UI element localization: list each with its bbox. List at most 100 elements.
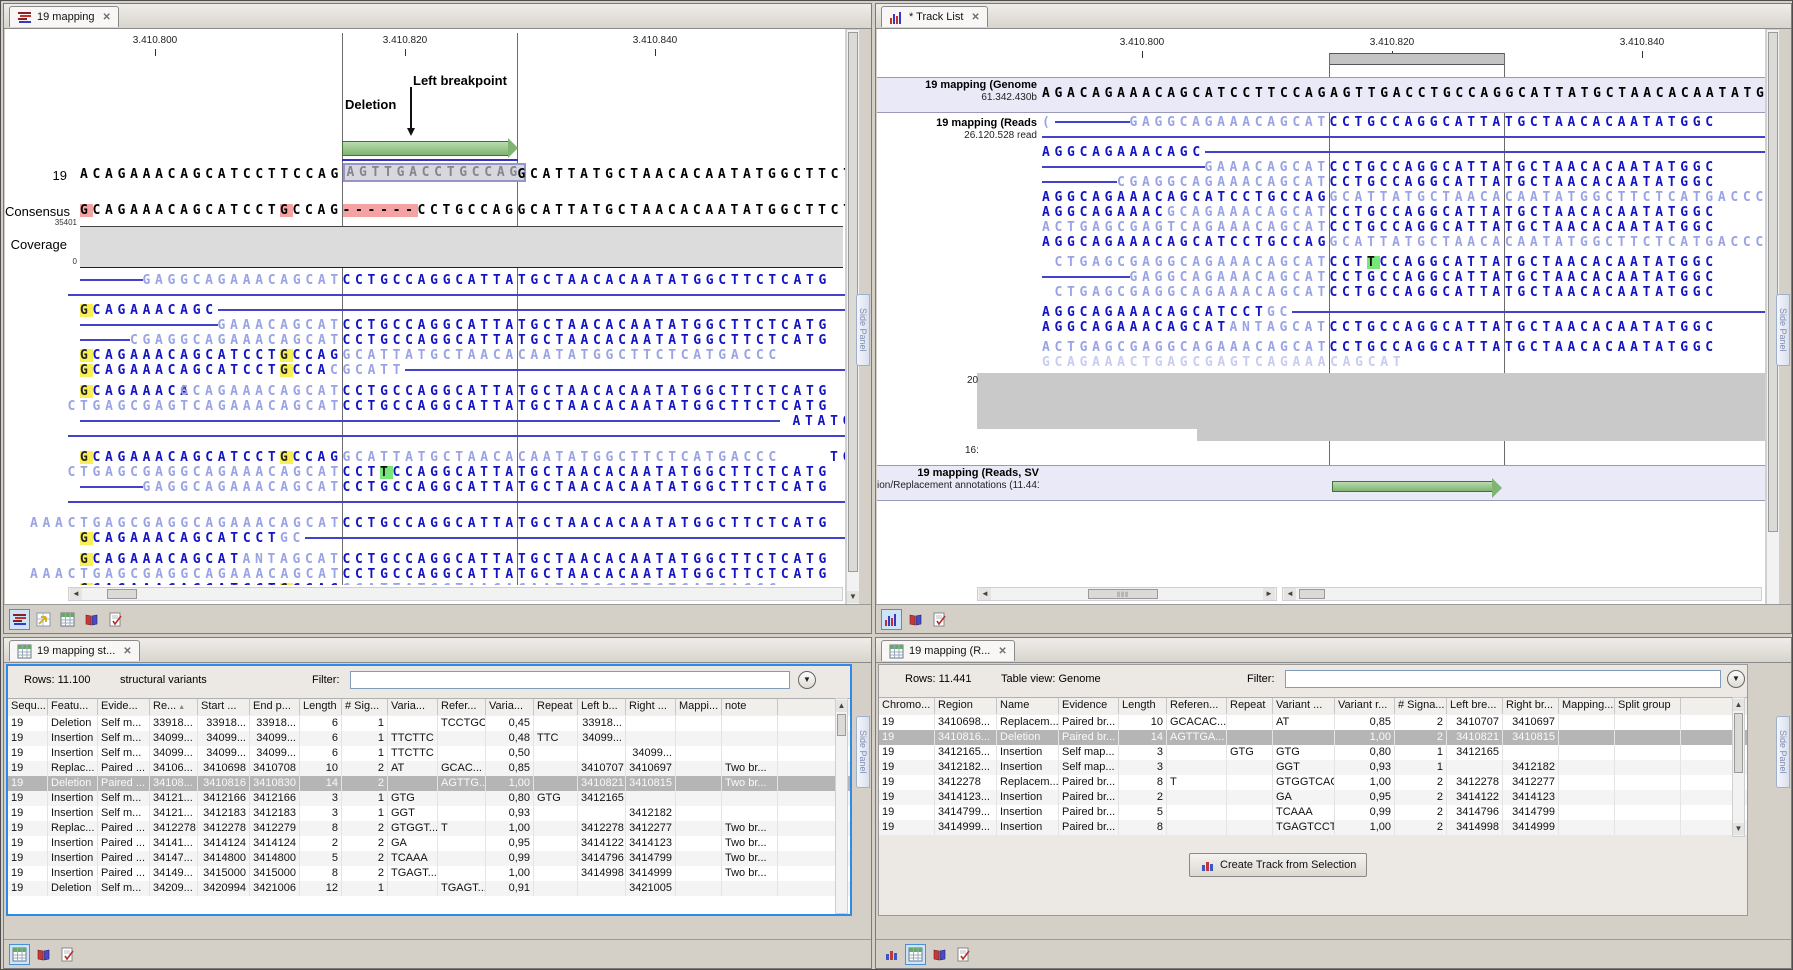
sv-deletion-annotation[interactable] (1332, 481, 1492, 492)
column-header[interactable]: # Signa... (1395, 698, 1447, 714)
column-header[interactable]: Region (935, 698, 997, 714)
scroll-up-icon[interactable]: ▲ (836, 700, 847, 712)
column-header[interactable]: note (722, 699, 778, 715)
side-panel-collapsed-tab[interactable]: Side Panel (856, 716, 870, 788)
column-header[interactable]: Start ... (198, 699, 250, 715)
read[interactable]: AGGCAGAAACAGCATCCTGCCAGGCATTATGCTAACACAA… (877, 190, 1765, 205)
table-row[interactable]: 193414799...InsertionPaired br...5TCAAA0… (879, 805, 1747, 820)
read[interactable]: AGGCAGAAACAGCATCCTGCCAGGCATTATGCTAACACAA… (877, 235, 1765, 250)
chart-icon[interactable] (881, 944, 902, 965)
book-icon[interactable] (905, 609, 926, 630)
read[interactable]: GAGGCAGAAACAGCATCCTGCCAGGCATTATGCTAACACA… (877, 270, 1765, 285)
read[interactable]: CGAGGCAGAAACAGCATCCTGCCAGGCATTATGCTAACAC… (5, 333, 845, 348)
scroll-thumb[interactable] (837, 714, 846, 736)
read[interactable]: ACTGAGCGAGGCAGAAACAGCATCCTGCCAGGCATTATGC… (877, 340, 1765, 355)
table-row[interactable]: 19Replac...Paired ...3412278341227834122… (8, 821, 850, 836)
read[interactable] (5, 495, 845, 510)
read[interactable] (5, 429, 845, 444)
column-header[interactable]: Mappi... (676, 699, 722, 715)
scroll-up-icon[interactable]: ▲ (1733, 699, 1744, 711)
column-header[interactable]: Name (997, 698, 1059, 714)
table-row[interactable]: 19InsertionSelf m...34099...34099...3409… (8, 731, 850, 746)
read[interactable]: GCAGAAACAGC (5, 303, 845, 318)
table-row[interactable]: 19DeletionSelf m...34209...3420994342100… (8, 881, 850, 896)
column-header[interactable]: Refer... (438, 699, 486, 715)
read[interactable]: GCAGAAACAGCATCCTGCCAGGCATTATGCTAACACAATA… (5, 582, 845, 585)
side-panel-collapsed-tab[interactable]: Side Panel (1776, 294, 1790, 366)
table-row[interactable]: 19InsertionSelf m...34121...341218334121… (8, 806, 850, 821)
scroll-thumb[interactable]: ⦀⦀⦀ (1088, 589, 1158, 599)
side-panel-collapsed-tab[interactable]: Side Panel (856, 294, 870, 366)
table-row[interactable]: 19DeletionSelf m...33918...33918...33918… (8, 716, 850, 731)
scroll-down-icon[interactable]: ▼ (1733, 823, 1744, 835)
read[interactable]: GAGGCAGAAACAGCATCCTGCCAGGCATTATGCTAACACA… (5, 273, 845, 288)
table-row[interactable]: 193412278Replacem...Paired br...8TGTGGTC… (879, 775, 1747, 790)
column-header[interactable]: Length (300, 699, 342, 715)
column-header[interactable]: Left bre... (1447, 698, 1503, 714)
column-header[interactable]: Variant ... (1273, 698, 1335, 714)
read[interactable]: GCAGAAACAGCAGAAACAGCATCCTGCCAGGCATTATGCT… (5, 384, 845, 399)
read[interactable]: AAACTGAGCGAGGCAGAAACAGCATCCTGCCAGGCATTAT… (5, 567, 845, 582)
tab-19-mapping[interactable]: 19 mapping ✕ (9, 6, 119, 27)
close-icon[interactable]: ✕ (103, 12, 111, 23)
column-header[interactable]: Varia... (486, 699, 534, 715)
create-track-from-selection-button[interactable]: Create Track from Selection (1189, 853, 1367, 877)
table-icon[interactable] (905, 944, 926, 965)
note-icon[interactable] (57, 944, 78, 965)
book-icon[interactable] (81, 609, 102, 630)
column-header[interactable]: End p... (250, 699, 300, 715)
table-row[interactable]: 19Replac...Paired ...34106...34106983410… (8, 761, 850, 776)
column-header[interactable]: Right ... (626, 699, 676, 715)
tracks-icon[interactable] (881, 609, 902, 630)
scroll-thumb[interactable] (1768, 32, 1778, 532)
overview-icon[interactable] (33, 609, 54, 630)
read[interactable] (877, 130, 1765, 145)
read[interactable]: GAAACAGCATCCTGCCAGGCATTATGCTAACACAATATGG… (877, 160, 1765, 175)
column-header[interactable]: Varia... (388, 699, 438, 715)
scroll-thumb[interactable] (1299, 589, 1325, 599)
scroll-thumb[interactable] (1734, 713, 1743, 773)
read[interactable]: AGGCAGAAACGCAGAAACAGCATCCTGCCAGGCATTATGC… (877, 205, 1765, 220)
column-header[interactable]: # Sig... (342, 699, 388, 715)
column-header[interactable]: Right br... (1503, 698, 1559, 714)
table-row[interactable]: 193410698...Replacem...Paired br...10GCA… (879, 715, 1747, 730)
note-icon[interactable] (929, 609, 950, 630)
tab-sv-table[interactable]: 19 mapping st... ✕ (9, 640, 140, 661)
selection-range-handle[interactable] (1329, 53, 1505, 65)
read[interactable]: CTGAGCGAGGCAGAAACAGCATCCTTCCAGGCATTATGCT… (877, 255, 1765, 270)
filter-options-icon[interactable]: ▼ (1727, 670, 1745, 688)
filter-input[interactable] (1285, 670, 1721, 688)
read[interactable]: GCAGAAACAGCATCCTGCCAGGCATTATGCTAACACAATA… (5, 348, 845, 363)
note-icon[interactable] (953, 944, 974, 965)
read[interactable]: AGGCAGAAACAGCATCCTGC (877, 305, 1765, 320)
read[interactable]: CGAGGCAGAAACAGCATCCTGCCAGGCATTATGCTAACAC… (877, 175, 1765, 190)
table-row[interactable]: 19InsertionPaired ...34147...34148003414… (8, 851, 850, 866)
filter-options-icon[interactable]: ▼ (798, 671, 816, 689)
column-header[interactable]: Sequ... (8, 699, 48, 715)
horizontal-scrollbar[interactable]: ◄ (68, 587, 843, 601)
table-icon[interactable] (57, 609, 78, 630)
read[interactable]: GCAGAAACTGAGCGAGTCAGAAACAGCAT (877, 355, 1765, 370)
column-header[interactable]: Evidence (1059, 698, 1119, 714)
scroll-thumb[interactable] (107, 589, 137, 599)
read[interactable]: CTGAGCGAGTCAGAAACAGCATCCTGCCAGGCATTATGCT… (5, 399, 845, 414)
horizontal-scrollbar-zoom[interactable]: ◄ ⦀⦀⦀ ► (977, 587, 1277, 601)
column-header[interactable]: Repeat (1227, 698, 1273, 714)
filter-input[interactable] (350, 671, 790, 689)
note-icon[interactable] (105, 609, 126, 630)
deletion-annotation-arrow[interactable] (342, 141, 508, 156)
read[interactable]: GCAGAAACAGCATANTAGCATCCTGCCAGGCATTATGCTA… (5, 552, 845, 567)
coverage-graph[interactable] (80, 226, 843, 268)
read[interactable]: ATATGG (5, 414, 845, 429)
read[interactable]: ACTGAGCGAGTCAGAAACAGCATCCTGCCAGGCATTATGC… (877, 220, 1765, 235)
column-header[interactable]: Repeat (534, 699, 578, 715)
column-header[interactable]: Left b... (578, 699, 626, 715)
column-header[interactable]: Featu... (48, 699, 98, 715)
read[interactable]: GCAGAAACAGCATCCTGCCAGGCATTATGCTAACACAATA… (5, 450, 845, 465)
book-icon[interactable] (929, 944, 950, 965)
read[interactable]: GCAGAAACAGCATCCTGC (5, 531, 845, 546)
tab-variant-table[interactable]: 19 mapping (R... ✕ (881, 640, 1015, 661)
read[interactable]: CTGAGCGAGGCAGAAACAGCATCCTTCCAGGCATTATGCT… (5, 465, 845, 480)
table-icon[interactable] (9, 944, 30, 965)
table-row[interactable]: 193410816...DeletionPaired br...14AGTTGA… (879, 730, 1747, 745)
